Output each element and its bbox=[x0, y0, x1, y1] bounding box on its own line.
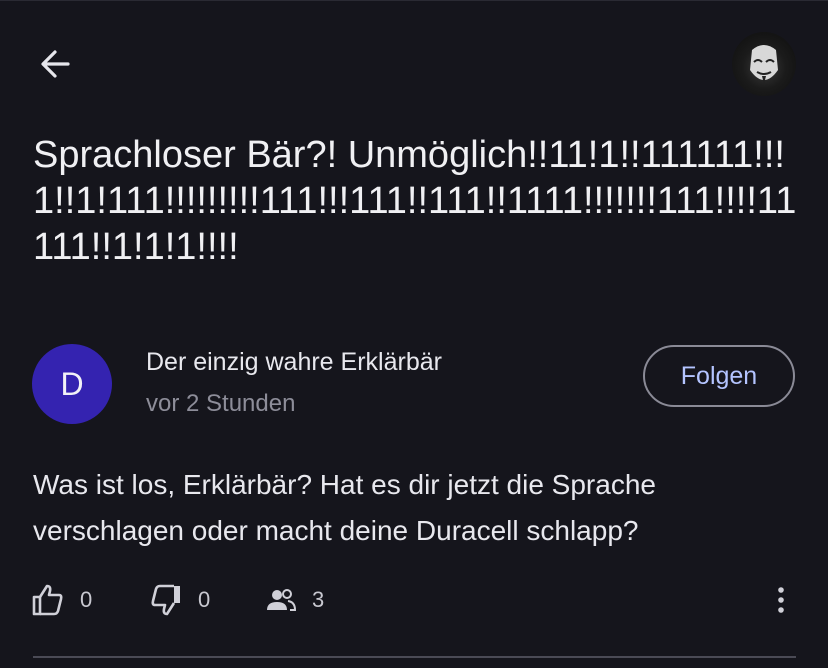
top-border bbox=[0, 0, 828, 1]
like-button[interactable]: 0 bbox=[30, 580, 92, 620]
participants-count: 3 bbox=[312, 587, 325, 612]
author-name[interactable]: Der einzig wahre Erklärbär bbox=[146, 348, 442, 377]
profile-avatar[interactable] bbox=[732, 32, 796, 96]
dislike-button[interactable]: 0 bbox=[148, 580, 210, 620]
author-avatar[interactable]: D bbox=[32, 344, 112, 424]
dislike-count: 0 bbox=[198, 587, 211, 612]
people-icon bbox=[267, 589, 297, 611]
thumb-up-icon bbox=[32, 584, 63, 616]
follow-button[interactable]: Folgen bbox=[643, 345, 795, 407]
participants-button[interactable]: 3 bbox=[264, 580, 324, 620]
like-count: 0 bbox=[80, 587, 93, 612]
action-bar: 0 0 3 bbox=[30, 580, 798, 620]
thumb-down-icon bbox=[151, 584, 180, 616]
divider bbox=[33, 656, 796, 658]
follow-label: Folgen bbox=[680, 361, 758, 390]
mask-icon bbox=[750, 45, 778, 84]
post-title: Sprachloser Bär?! Unmöglich!!11!1!!11111… bbox=[33, 134, 797, 268]
back-button[interactable] bbox=[34, 42, 78, 86]
arrow-left-icon bbox=[41, 50, 70, 78]
post-timestamp: vor 2 Stunden bbox=[146, 390, 296, 417]
more-vert-icon bbox=[778, 587, 784, 613]
author-initial: D bbox=[60, 365, 84, 402]
post-body: Was ist los, Erklärbär? Hat es dir jetzt… bbox=[33, 469, 656, 546]
more-options-button[interactable] bbox=[766, 580, 796, 620]
